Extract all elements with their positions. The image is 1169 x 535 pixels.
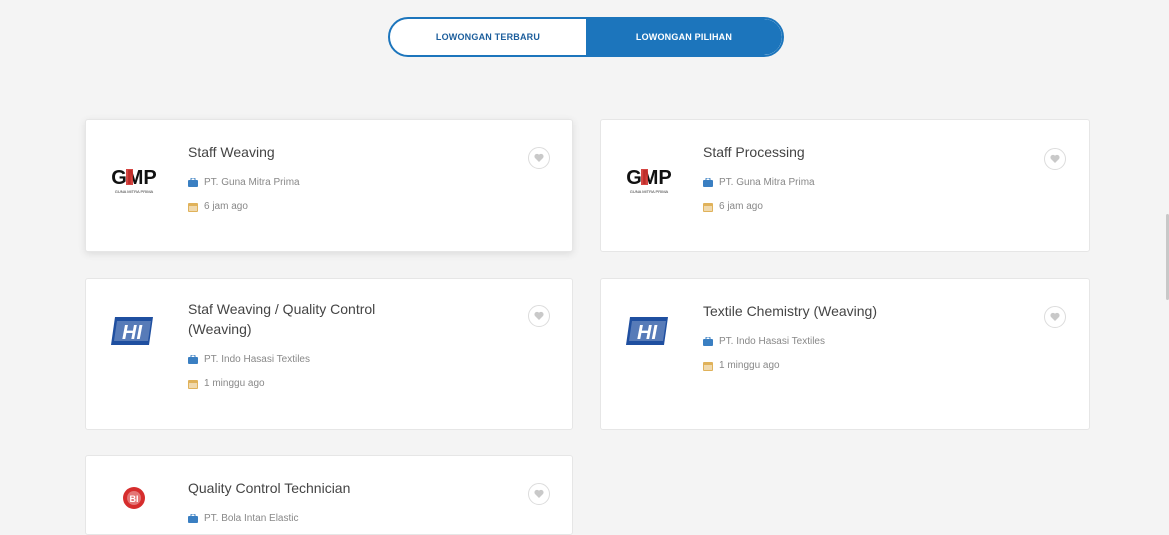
bi-logo-text: BI <box>130 494 139 504</box>
heart-icon <box>534 307 544 325</box>
favorite-button[interactable] <box>528 483 550 505</box>
company-label: PT. Bola Intan Elastic <box>204 513 299 524</box>
job-title[interactable]: Staff Weaving <box>188 142 275 162</box>
company-name: PT. Guna Mitra Prima <box>703 177 815 188</box>
posted-time: 6 jam ago <box>188 201 248 212</box>
gmp-logo: GMP GUNA MITRA PRIMA <box>104 162 164 202</box>
company-label: PT. Guna Mitra Prima <box>204 177 300 188</box>
calendar-icon <box>703 202 713 212</box>
job-title[interactable]: Textile Chemistry (Weaving) <box>703 301 877 321</box>
company-name: PT. Bola Intan Elastic <box>188 513 299 524</box>
briefcase-icon <box>188 513 198 523</box>
gmp-logo-text: GMP <box>626 167 672 189</box>
posted-time: 6 jam ago <box>703 201 763 212</box>
posted-time: 1 minggu ago <box>703 360 780 371</box>
heart-icon <box>534 485 544 503</box>
posted-label: 6 jam ago <box>719 201 763 212</box>
bi-logo: BI <box>104 478 164 518</box>
tab-lowongan-terbaru[interactable]: LOWONGAN TERBARU <box>390 19 586 55</box>
calendar-icon <box>188 202 198 212</box>
hi-logo-text: HI <box>122 322 142 344</box>
job-card-staf-weaving-qc[interactable]: HI Staf Weaving / Quality Control (Weavi… <box>85 278 573 430</box>
job-title-line2: (Weaving) <box>188 321 252 337</box>
heart-icon <box>1050 150 1060 168</box>
hi-logo-text: HI <box>637 322 657 344</box>
gmp-logo: GMP GUNA MITRA PRIMA <box>619 162 679 202</box>
favorite-button[interactable] <box>528 147 550 169</box>
job-title[interactable]: Staff Processing <box>703 142 805 162</box>
tab-lowongan-pilihan[interactable]: LOWONGAN PILIHAN <box>586 19 782 55</box>
briefcase-icon <box>703 177 713 187</box>
favorite-button[interactable] <box>1044 148 1066 170</box>
heart-icon <box>534 149 544 167</box>
company-label: PT. Indo Hasasi Textiles <box>719 336 825 347</box>
briefcase-icon <box>703 336 713 346</box>
gmp-logo-subtext: GUNA MITRA PRIMA <box>115 189 154 194</box>
company-label: PT. Guna Mitra Prima <box>719 177 815 188</box>
briefcase-icon <box>188 354 198 364</box>
job-card-staff-weaving[interactable]: GMP GUNA MITRA PRIMA Staff Weaving PT. G… <box>85 119 573 252</box>
favorite-button[interactable] <box>528 305 550 327</box>
company-name: PT. Indo Hasasi Textiles <box>188 354 310 365</box>
job-tabs: LOWONGAN TERBARU LOWONGAN PILIHAN <box>388 17 784 57</box>
heart-icon <box>1050 308 1060 326</box>
job-card-textile-chemistry[interactable]: HI Textile Chemistry (Weaving) PT. Indo … <box>600 278 1090 430</box>
job-card-quality-control-technician[interactable]: BI Quality Control Technician PT. Bola I… <box>85 455 573 535</box>
briefcase-icon <box>188 177 198 187</box>
job-card-staff-processing[interactable]: GMP GUNA MITRA PRIMA Staff Processing PT… <box>600 119 1090 252</box>
gmp-logo-text: GMP <box>111 167 157 189</box>
favorite-button[interactable] <box>1044 306 1066 328</box>
company-name: PT. Guna Mitra Prima <box>188 177 300 188</box>
job-title[interactable]: Quality Control Technician <box>188 478 350 498</box>
posted-label: 1 minggu ago <box>204 378 265 389</box>
job-title[interactable]: Staf Weaving / Quality Control (Weaving) <box>188 299 375 339</box>
gmp-logo-subtext: GUNA MITRA PRIMA <box>630 189 669 194</box>
posted-label: 6 jam ago <box>204 201 248 212</box>
job-title-line1: Staf Weaving / Quality Control <box>188 301 376 317</box>
company-name: PT. Indo Hasasi Textiles <box>703 336 825 347</box>
calendar-icon <box>188 379 198 389</box>
posted-time: 1 minggu ago <box>188 378 265 389</box>
company-label: PT. Indo Hasasi Textiles <box>204 354 310 365</box>
hi-logo: HI <box>104 311 164 351</box>
hi-logo: HI <box>619 311 679 351</box>
posted-label: 1 minggu ago <box>719 360 780 371</box>
calendar-icon <box>703 361 713 371</box>
